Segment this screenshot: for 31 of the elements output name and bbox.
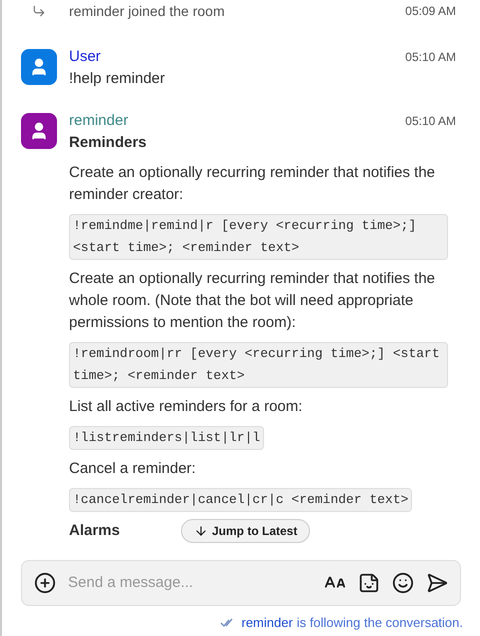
message-text: List all active reminders for a room: <box>69 397 304 417</box>
avatar[interactable] <box>21 113 57 149</box>
emoji-icon[interactable] <box>392 572 414 594</box>
message-text: !help reminder <box>69 69 166 89</box>
send-icon[interactable] <box>426 572 448 594</box>
membership-text: reminder joined the room <box>69 2 226 21</box>
section-heading: Reminders <box>69 133 147 153</box>
add-icon[interactable] <box>34 572 56 594</box>
arrow-down-icon <box>194 524 208 538</box>
section-heading: Alarms <box>69 521 120 541</box>
timestamp: 05:10 AM <box>405 49 456 66</box>
sticker-icon[interactable] <box>358 572 380 594</box>
code-snippet: !listreminders|list|lr|l <box>69 426 264 450</box>
code-snippet: !remindroom|rr [every <recurring time>;] <start time>; <reminder text> <box>69 342 448 388</box>
double-check-icon <box>220 618 234 628</box>
message-text: Create an optionally recurring reminder that notifies the whole room. (Note that the bot will need appropriate permissions to mention the room): <box>69 269 436 333</box>
joined-arrow-icon <box>32 4 46 18</box>
message-text: Cancel a reminder: <box>69 459 197 479</box>
timestamp: 05:10 AM <box>405 113 456 130</box>
message-text: Create an optionally recurring reminder that notifies the reminder creator: <box>69 163 436 205</box>
timestamp: 05:09 AM <box>405 3 456 20</box>
code-snippet: !cancelreminder|cancel|cr|c <reminder text> <box>69 488 412 512</box>
sender-name[interactable]: reminder <box>69 110 406 132</box>
message-composer[interactable]: Send a message... <box>21 560 461 606</box>
follower-name[interactable]: reminder <box>242 613 293 632</box>
following-text: is following the conversation. <box>296 614 463 632</box>
code-snippet: !remindme|remind|r [every <recurring time>;] <start time>; <reminder text> <box>69 214 448 260</box>
sender-name[interactable]: User <box>69 46 406 68</box>
message-input[interactable]: Send a message... <box>68 572 312 594</box>
avatar[interactable] <box>21 49 57 85</box>
jump-to-latest-button[interactable]: Jump to Latest <box>181 519 310 543</box>
